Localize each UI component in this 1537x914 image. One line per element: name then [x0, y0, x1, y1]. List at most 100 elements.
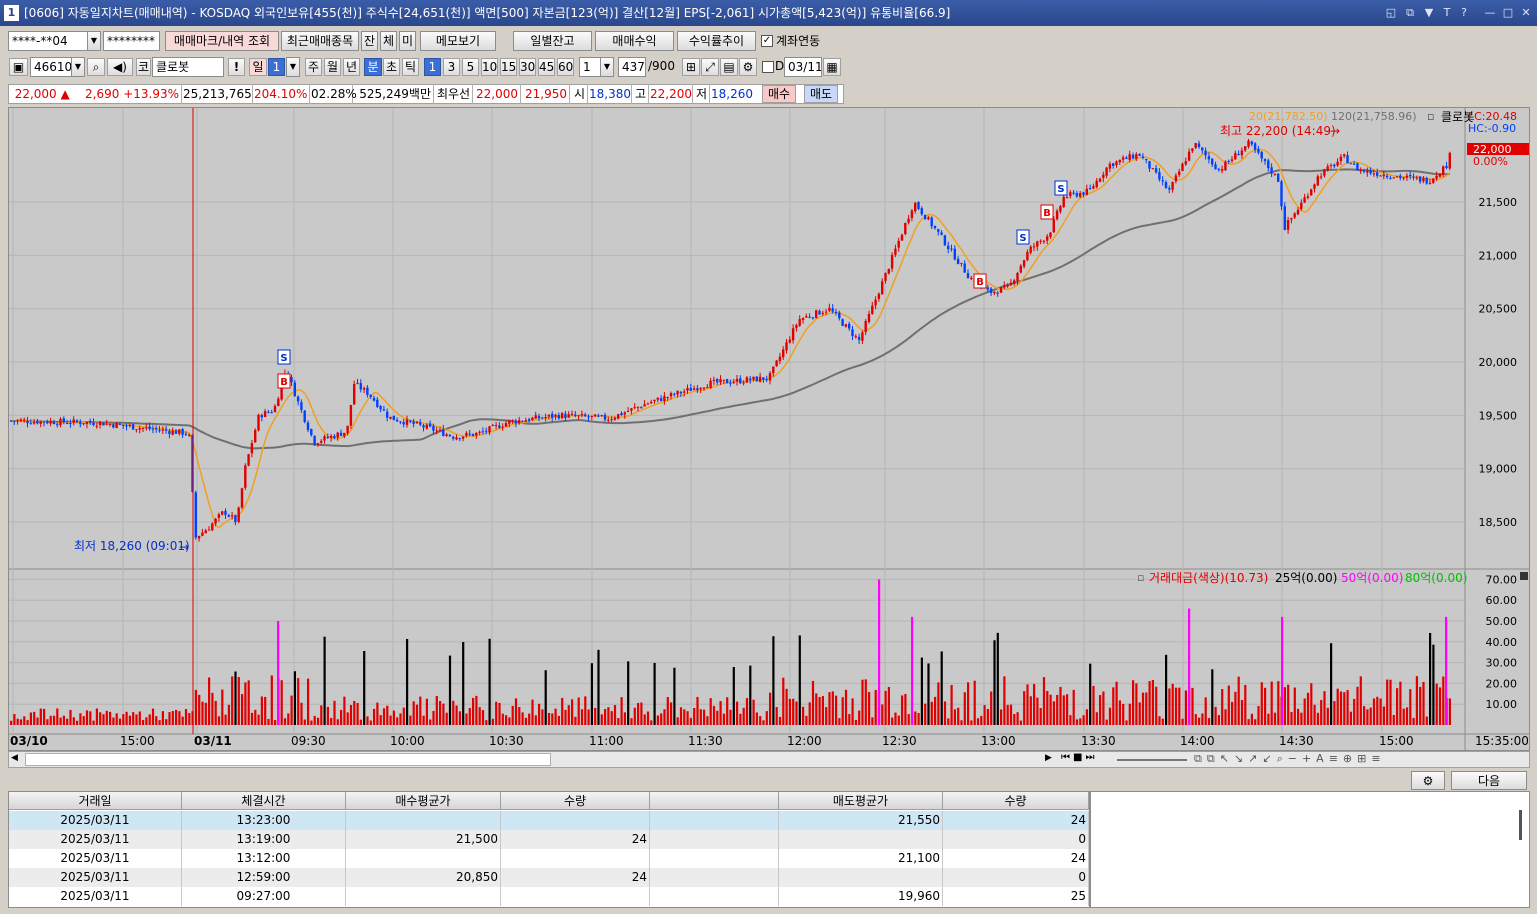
settings-icon[interactable]: ⚙	[739, 58, 757, 76]
code-dropdown-icon[interactable]: ▼	[71, 57, 85, 77]
help-icon[interactable]: ?	[1457, 5, 1471, 20]
volume-bar	[1432, 644, 1435, 725]
drawing-tool-icons[interactable]: ⧉⧉↖↘↗↙⌕−+A≡⊕⊞≡	[1194, 752, 1386, 766]
vol-close-icon[interactable]	[1520, 572, 1528, 580]
text-icon[interactable]: T	[1440, 5, 1454, 20]
candle-body	[613, 417, 617, 420]
table-row[interactable]: 2025/03/11 13:19:00 21,500 24 0	[9, 830, 1089, 849]
scroll-thumb[interactable]	[25, 753, 551, 766]
daily-balance-button[interactable]: 일별잔고	[513, 31, 592, 51]
period-tick[interactable]: 틱	[402, 58, 419, 76]
scroll-left-icon[interactable]: ◀	[11, 753, 18, 763]
candle-body	[402, 421, 405, 425]
ma-box-icon[interactable]: ▫	[1427, 110, 1434, 123]
table-scrollbar[interactable]	[1519, 810, 1522, 840]
volume-bar	[564, 709, 567, 725]
date-checkbox[interactable]	[762, 61, 774, 73]
password-input[interactable]: ********	[103, 31, 160, 51]
executed-button[interactable]: 체	[380, 31, 397, 51]
period-day[interactable]: 일	[249, 58, 267, 76]
sell-button[interactable]: 매도	[804, 85, 838, 103]
next-button[interactable]: 다음	[1451, 771, 1527, 790]
low-label: 저	[694, 84, 710, 104]
table-row[interactable]: 2025/03/11 13:12:00 21,100 24	[9, 849, 1089, 868]
table-header-0[interactable]: 거래일	[9, 792, 182, 810]
volume-bar-50	[878, 579, 881, 725]
screen-icon[interactable]: ▣	[9, 58, 28, 76]
maximize-icon[interactable]: □	[1501, 5, 1515, 20]
minute-count-input[interactable]: 1	[579, 57, 601, 77]
period-15min[interactable]: 15	[500, 58, 517, 76]
table-header-3[interactable]: 수량	[501, 792, 650, 810]
account-dropdown-icon[interactable]: ▼	[87, 31, 101, 51]
chart-area[interactable]: S B B S B S 21,500 21,000 20,500 20,000 19,500 19,…	[8, 107, 1530, 751]
alert-icon[interactable]: !	[228, 58, 245, 76]
period-60min[interactable]: 60	[557, 58, 574, 76]
period-5min[interactable]: 5	[462, 58, 479, 76]
vol-box-icon[interactable]: ▫	[1137, 571, 1144, 584]
table-header-1[interactable]: 체결시간	[182, 792, 346, 810]
volume-bar	[643, 714, 646, 725]
recent-trades-button[interactable]: 최근매매종목	[281, 31, 359, 51]
day-count[interactable]: 1	[268, 58, 285, 76]
sound-icon[interactable]: ◀)	[107, 58, 133, 76]
close-icon[interactable]: ✕	[1519, 5, 1533, 20]
bar-count-input[interactable]: 437	[618, 57, 646, 77]
stock-code-input[interactable]: 466100	[30, 57, 72, 77]
volume-bar	[1029, 696, 1032, 725]
table-header-2[interactable]: 매수평균가	[346, 792, 501, 810]
period-week[interactable]: 주	[305, 58, 322, 76]
save-icon[interactable]: ▤	[720, 58, 738, 76]
search-icon[interactable]: ⌕	[87, 58, 105, 76]
minimize-icon[interactable]: —	[1483, 5, 1497, 20]
table-header-6[interactable]: 수량	[943, 792, 1089, 810]
period-10min[interactable]: 10	[481, 58, 498, 76]
table-row[interactable]: 2025/03/11 09:27:00 19,960 25	[9, 887, 1089, 906]
indicator-icon[interactable]: ⊞	[682, 58, 700, 76]
period-1min[interactable]: 1	[424, 58, 441, 76]
unexecuted-button[interactable]: 미	[399, 31, 416, 51]
candle-body	[709, 380, 712, 388]
pin-icon[interactable]: ▼	[1422, 5, 1436, 20]
market-prefix[interactable]: 코	[136, 58, 151, 76]
table-cell	[346, 887, 501, 906]
account-select[interactable]: ****-**04	[8, 31, 88, 51]
balance-button[interactable]: 잔	[361, 31, 378, 51]
period-year[interactable]: 년	[343, 58, 360, 76]
chart-svg[interactable]: S B B S B S 21,500 21,000 20,500 20,000 19,500 19,…	[9, 108, 1529, 750]
buy-button[interactable]: 매수	[762, 85, 796, 103]
calendar-icon[interactable]: ▦	[823, 58, 841, 76]
memo-button[interactable]: 메모보기	[420, 31, 496, 51]
scroll-right-icon[interactable]: ▶	[1045, 753, 1052, 763]
settings-gear-icon[interactable]: ⚙	[1411, 771, 1445, 790]
candle-body	[475, 432, 478, 436]
period-45min[interactable]: 45	[538, 58, 555, 76]
mark-query-button[interactable]: 매매마크/내역 조회	[165, 31, 279, 51]
playback-controls[interactable]: ⏮■⏭	[1061, 752, 1097, 763]
stock-name-field[interactable]: 클로봇	[152, 57, 224, 77]
period-3min[interactable]: 3	[443, 58, 460, 76]
volume-bar	[118, 718, 122, 725]
period-second[interactable]: 초	[383, 58, 400, 76]
table-row[interactable]: 2025/03/11 13:23:00 21,550 24	[9, 811, 1089, 830]
period-minute[interactable]: 분	[364, 58, 382, 76]
table-row[interactable]: 2025/03/11 12:59:00 20,850 24 0	[9, 868, 1089, 887]
trade-profit-button[interactable]: 매매수익	[595, 31, 674, 51]
draw-icon[interactable]: ⤢	[701, 58, 719, 76]
layout-icon[interactable]: ◱	[1384, 5, 1398, 20]
date-input[interactable]: 03/11	[784, 57, 822, 77]
account-link-checkbox[interactable]: ✓	[761, 35, 773, 47]
copy-icon[interactable]: ⧉	[1403, 5, 1417, 20]
period-30min[interactable]: 30	[519, 58, 536, 76]
period-month[interactable]: 월	[324, 58, 341, 76]
day-dropdown-icon[interactable]: ▼	[286, 57, 300, 77]
minute-dropdown-icon[interactable]: ▼	[600, 57, 614, 77]
yield-trend-button[interactable]: 수익률추이	[677, 31, 756, 51]
zoom-slider[interactable]	[1117, 759, 1187, 761]
table-header-5[interactable]: 매도평균가	[779, 792, 943, 810]
table-header-4[interactable]	[650, 792, 779, 810]
volume-bar	[996, 632, 999, 725]
horizontal-scrollbar[interactable]: ◀ ▶ ⏮■⏭ ⧉⧉↖↘↗↙⌕−+A≡⊕⊞≡	[8, 751, 1530, 768]
candle-body	[933, 225, 937, 229]
candle-body	[752, 376, 755, 380]
